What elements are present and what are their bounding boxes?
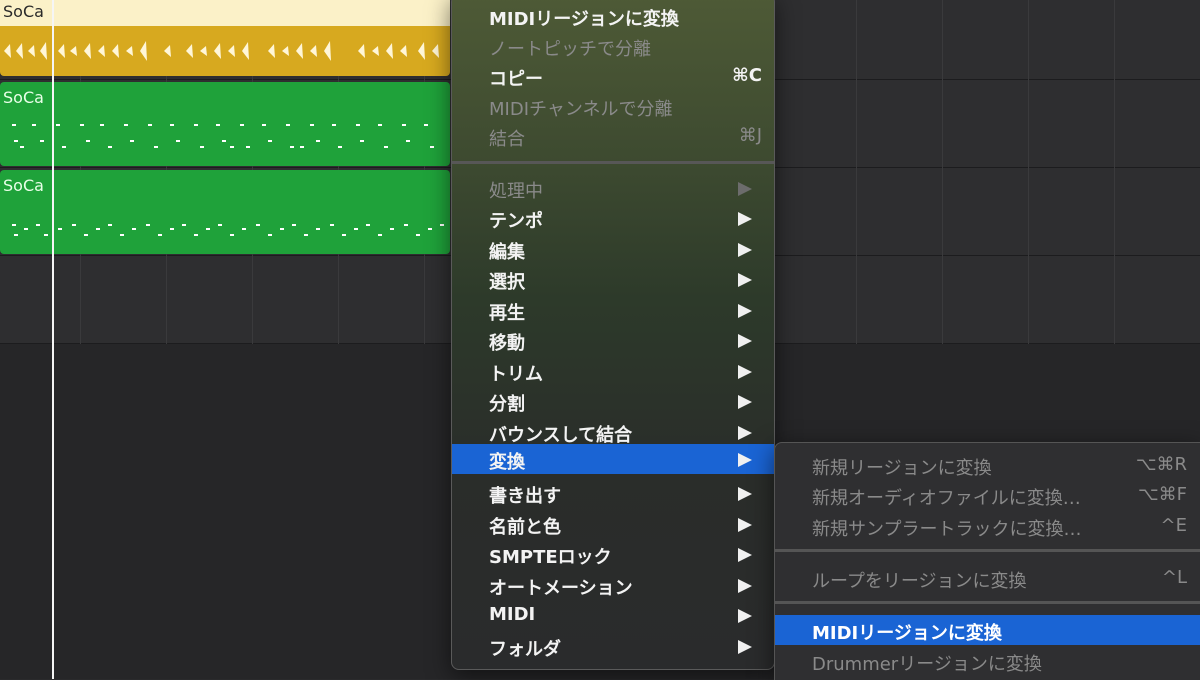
submenu-item-convert-to-new-region[interactable]: 新規リージョンに変換 ⌥⌘R [775, 450, 1200, 480]
audio-waveform [4, 41, 439, 61]
submenu-arrow-icon [738, 182, 752, 196]
submenu-arrow-icon [738, 640, 752, 654]
submenu-arrow-icon [738, 609, 752, 623]
midi-notes [12, 124, 434, 148]
submenu-arrow-icon [738, 579, 752, 593]
menu-item-copy[interactable]: コピー ⌘C [452, 61, 774, 91]
menu-item-shortcut: ⌘J [738, 125, 762, 146]
submenu-item-label: ループをリージョンに変換 [812, 571, 1027, 592]
submenu-arrow-icon [738, 426, 752, 440]
submenu-item-label: 新規オーディオファイルに変換… [812, 488, 1081, 509]
submenu-arrow-icon [738, 304, 752, 318]
submenu-arrow-icon [738, 453, 752, 467]
submenu-arrow-icon [738, 212, 752, 226]
menu-item-folder[interactable]: フォルダ [452, 631, 774, 661]
menu-item-label: オートメーション [489, 578, 633, 599]
submenu-separator [775, 601, 1200, 604]
menu-item-tempo[interactable]: テンポ [452, 203, 774, 233]
grid-line [1114, 0, 1115, 344]
menu-item-label: 分割 [489, 394, 525, 415]
menu-item-playback[interactable]: 再生 [452, 295, 774, 325]
menu-item-label: フォルダ [489, 639, 561, 660]
menu-item-label: 選択 [489, 272, 525, 293]
menu-item-select[interactable]: 選択 [452, 264, 774, 294]
menu-item-label: テンポ [489, 211, 543, 232]
menu-item-split[interactable]: 分割 [452, 386, 774, 416]
submenu-item-label: Drummerリージョンに変換 [812, 654, 1042, 675]
submenu-item-shortcut: ^L [1161, 567, 1187, 588]
midi-notes [12, 224, 444, 236]
menu-item-processing[interactable]: 処理中 [452, 173, 774, 203]
submenu-arrow-icon [738, 487, 752, 501]
menu-item-label: トリム [489, 364, 543, 385]
menu-item-automation[interactable]: オートメーション [452, 570, 774, 600]
menu-item-label: 再生 [489, 303, 525, 324]
region-title-bar: SoCa [0, 0, 450, 26]
region-name: SoCa [3, 88, 44, 107]
submenu-arrow-icon [738, 518, 752, 532]
grid-line [856, 0, 857, 344]
submenu-item-shortcut: ⌥⌘F [1137, 484, 1187, 505]
submenu-arrow-icon [738, 395, 752, 409]
submenu-arrow-icon [738, 365, 752, 379]
submenu-arrow-icon [738, 548, 752, 562]
menu-item-label: MIDIリージョンに変換 [489, 9, 679, 30]
menu-item-label: 書き出す [489, 486, 561, 507]
menu-item-separate-by-note-pitch[interactable]: ノートピッチで分離 [452, 31, 774, 61]
grid-line [942, 0, 943, 344]
menu-item-label: 処理中 [489, 181, 543, 202]
context-menu: MIDIリージョンに変換 ノートピッチで分離 コピー ⌘C MIDIチャンネルで… [451, 0, 775, 670]
submenu-item-convert-to-midi-region[interactable]: MIDIリージョンに変換 [775, 615, 1200, 645]
menu-item-trim[interactable]: トリム [452, 356, 774, 386]
menu-item-smpte-lock[interactable]: SMPTEロック [452, 539, 774, 569]
audio-region[interactable]: SoCa [0, 0, 450, 76]
menu-item-midi[interactable]: MIDI [452, 600, 774, 630]
submenu-arrow-icon [738, 243, 752, 257]
menu-item-label: 名前と色 [489, 517, 561, 538]
menu-item-separate-by-midi-channel[interactable]: MIDIチャンネルで分離 [452, 91, 774, 121]
submenu-item-label: 新規サンプラートラックに変換… [812, 519, 1082, 540]
midi-region[interactable]: SoCa [0, 82, 450, 166]
region-name: SoCa [3, 2, 44, 21]
menu-item-label: 結合 [489, 129, 525, 150]
submenu-item-label: 新規リージョンに変換 [812, 458, 992, 479]
menu-item-label: MIDI [489, 604, 536, 625]
menu-item-label: コピー [489, 69, 543, 90]
menu-item-label: 変換 [489, 452, 525, 473]
menu-item-convert[interactable]: 変換 [452, 444, 774, 474]
submenu-item-shortcut: ^E [1160, 515, 1187, 536]
submenu-separator [775, 549, 1200, 552]
submenu-item-convert-loop-to-region[interactable]: ループをリージョンに変換 ^L [775, 563, 1200, 593]
submenu-item-convert-to-sampler-track[interactable]: 新規サンプラートラックに変換… ^E [775, 511, 1200, 541]
menu-item-label: 移動 [489, 333, 525, 354]
midi-region[interactable]: SoCa [0, 170, 450, 254]
submenu-arrow-icon [738, 334, 752, 348]
submenu-arrow-icon [738, 273, 752, 287]
menu-separator [452, 161, 774, 164]
submenu-item-label: MIDIリージョンに変換 [812, 623, 1002, 644]
menu-item-shortcut: ⌘C [732, 65, 762, 86]
menu-item-convert-to-midi[interactable]: MIDIリージョンに変換 [452, 1, 774, 31]
region-name: SoCa [3, 176, 44, 195]
menu-item-label: MIDIチャンネルで分離 [489, 99, 673, 120]
menu-item-edit[interactable]: 編集 [452, 234, 774, 264]
submenu-item-shortcut: ⌥⌘R [1135, 454, 1187, 475]
menu-item-join[interactable]: 結合 ⌘J [452, 121, 774, 151]
menu-item-label: 編集 [489, 242, 525, 263]
playhead[interactable] [52, 0, 54, 679]
submenu-item-convert-to-new-audio-file[interactable]: 新規オーディオファイルに変換… ⌥⌘F [775, 480, 1200, 510]
menu-item-move[interactable]: 移動 [452, 325, 774, 355]
submenu-item-convert-to-drummer-region[interactable]: Drummerリージョンに変換 [775, 646, 1200, 676]
menu-item-export[interactable]: 書き出す [452, 478, 774, 508]
grid-line [1028, 0, 1029, 344]
convert-submenu: 新規リージョンに変換 ⌥⌘R 新規オーディオファイルに変換… ⌥⌘F 新規サンプ… [774, 442, 1200, 680]
menu-item-label: SMPTEロック [489, 547, 612, 568]
menu-item-name-and-color[interactable]: 名前と色 [452, 509, 774, 539]
menu-item-bounce-and-join[interactable]: バウンスして結合 [452, 417, 774, 447]
menu-item-label: ノートピッチで分離 [489, 39, 651, 60]
